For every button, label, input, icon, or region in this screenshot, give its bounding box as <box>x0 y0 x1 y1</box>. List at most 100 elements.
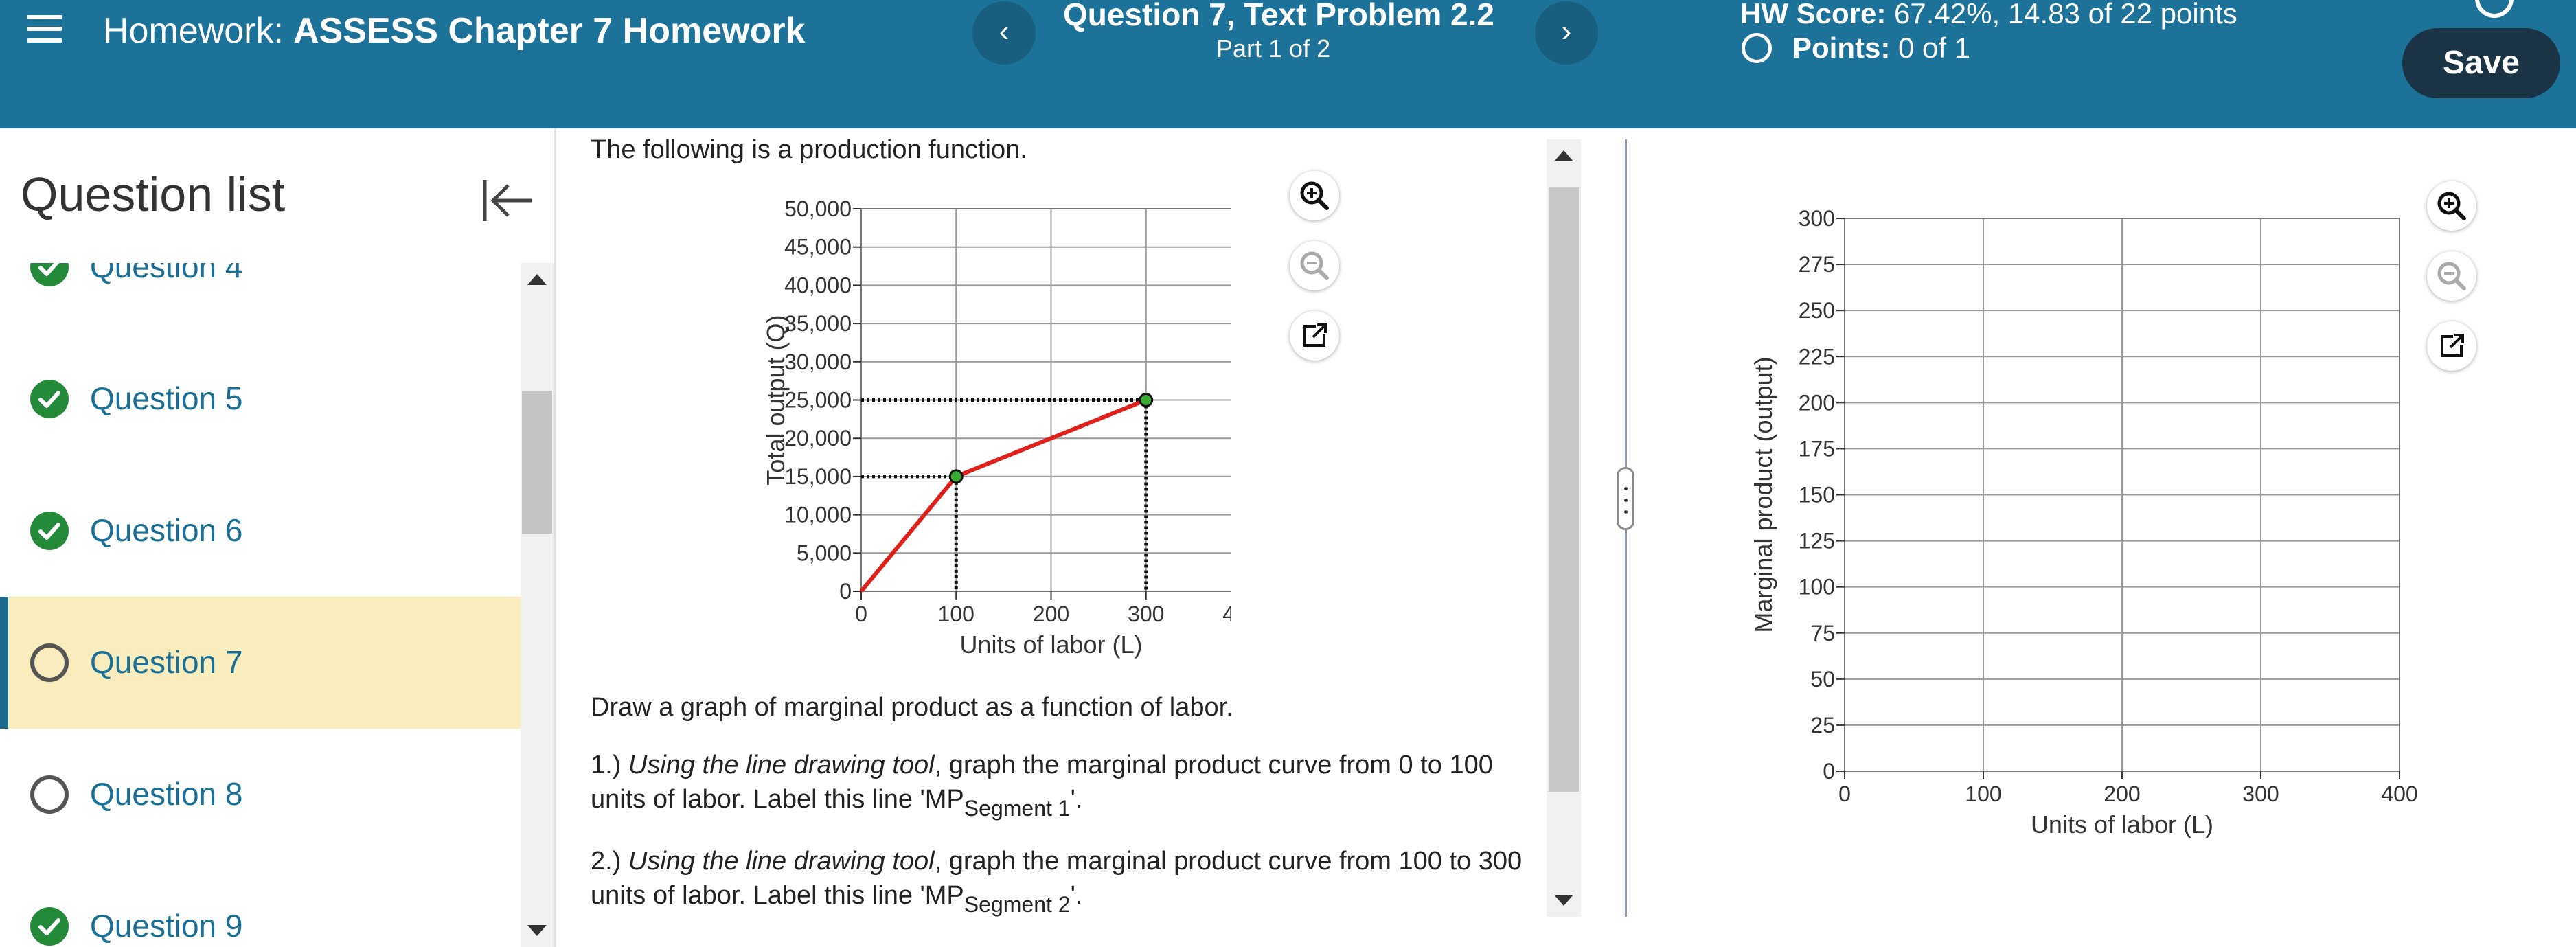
menu-icon[interactable] <box>27 15 62 45</box>
points-value: 0 of 1 <box>1898 32 1971 64</box>
check-icon <box>30 512 69 550</box>
panel-splitter-handle[interactable] <box>1617 467 1634 530</box>
x-axis-label: Units of labor (L) <box>2031 810 2213 838</box>
x-axis-label: Units of labor (L) <box>959 630 1142 659</box>
y-tick-label: 0 <box>1823 759 1835 784</box>
y-tick-label: 150 <box>1799 483 1835 507</box>
step-2-subscript: Segment 2 <box>964 892 1071 917</box>
question-list-item[interactable]: Question 9 <box>0 860 521 947</box>
zoom-in-button[interactable] <box>1290 171 1339 220</box>
scroll-up-arrow-icon[interactable] <box>527 274 547 285</box>
y-tick-label: 40,000 <box>784 273 852 297</box>
question-list-item-label: Question 7 <box>90 644 243 680</box>
check-icon <box>30 907 69 946</box>
scroll-thumb[interactable] <box>522 391 552 534</box>
homework-name: ASSESS Chapter 7 Homework <box>293 11 806 51</box>
y-tick-label: 50,000 <box>784 197 852 221</box>
content-scroll-down-icon[interactable] <box>1554 895 1573 906</box>
step-1-subscript: Segment 1 <box>964 796 1071 821</box>
y-tick-label: 275 <box>1799 252 1835 277</box>
next-question-button[interactable]: › <box>1535 1 1598 65</box>
draw-instruction: Draw a graph of marginal product as a fu… <box>591 693 1233 722</box>
graph-zoom-in-button[interactable] <box>2427 181 2476 231</box>
data-point <box>948 469 964 484</box>
hw-score-label: HW Score: <box>1740 0 1887 30</box>
gear-icon[interactable] <box>2475 0 2514 18</box>
question-list-item[interactable]: Question 4 <box>0 263 521 333</box>
y-tick-label: 45,000 <box>784 235 852 260</box>
y-tick-label: 250 <box>1799 298 1835 323</box>
y-tick-label: 75 <box>1810 621 1835 646</box>
y-tick-label: 20,000 <box>784 426 852 450</box>
collapse-left-icon[interactable] <box>481 173 536 228</box>
production-curve <box>859 398 1147 593</box>
step-2-end: '. <box>1070 881 1083 910</box>
y-tick-label: 5,000 <box>797 540 852 565</box>
y-tick-label: 225 <box>1799 344 1835 369</box>
marginal-product-graph[interactable]: 0 25 50 75 100 125 150 175 200 225 250 275 300 0 100 20… <box>1731 199 2417 858</box>
scroll-down-arrow-icon[interactable] <box>527 925 547 936</box>
question-list-item-label: Question 6 <box>90 512 243 548</box>
question-list-item[interactable]: Question 8 <box>0 729 521 860</box>
x-tick-label: 400 <box>1222 602 1231 626</box>
y-tick-label: 175 <box>1799 436 1835 461</box>
zoom-in-icon <box>1300 181 1329 210</box>
step-1-tool: Using the line drawing tool <box>628 751 935 779</box>
top-bar: Homework: ASSESS Chapter 7 Homework ‹ Que… <box>0 0 2576 128</box>
homework-prefix: Homework: <box>103 11 284 51</box>
y-axis-label: Marginal product (output) <box>1749 356 1777 632</box>
question-list-item[interactable]: Question 6 <box>0 465 521 597</box>
points-label: Points: <box>1792 32 1891 64</box>
check-icon <box>30 380 69 418</box>
x-tick-label: 0 <box>855 602 867 626</box>
check-icon <box>30 263 69 286</box>
x-tick-label: 200 <box>2104 781 2140 806</box>
data-point <box>1139 393 1154 407</box>
question-list-scrollbar[interactable] <box>521 263 554 947</box>
y-axis-label: Total output (Q) <box>762 315 790 485</box>
zoom-out-icon <box>2437 262 2466 290</box>
x-tick-label: 300 <box>2242 781 2279 806</box>
intro-text: The following is a production function. <box>591 135 1027 164</box>
question-list-item[interactable]: Question 5 <box>0 333 521 465</box>
save-button[interactable]: Save <box>2402 28 2560 98</box>
question-content: The following is a production function. … <box>558 128 1555 947</box>
question-list-title: Question list <box>21 168 286 221</box>
zoom-out-button[interactable] <box>1290 241 1339 290</box>
step-2-tool: Using the line drawing tool <box>628 847 935 876</box>
question-list-item[interactable]: Question 7 <box>0 597 521 729</box>
step-2-instruction: 2.) Using the line drawing tool, graph t… <box>591 844 1538 915</box>
step-1-number: 1.) <box>591 751 622 779</box>
x-tick-label: 400 <box>2381 781 2417 806</box>
external-link-icon <box>1303 323 1327 347</box>
unanswered-circle-icon <box>30 775 69 814</box>
step-2-number: 2.) <box>591 847 622 876</box>
content-scroll-up-icon[interactable] <box>1554 150 1573 161</box>
content-scrollbar[interactable] <box>1547 139 1581 917</box>
zoom-in-icon <box>2437 192 2466 220</box>
content-scroll-thumb[interactable] <box>1549 187 1579 792</box>
question-list-item-label: Question 4 <box>90 263 243 284</box>
question-list-item-label: Question 9 <box>90 908 243 944</box>
y-tick-label: 100 <box>1799 575 1835 600</box>
zoom-out-icon <box>1300 251 1329 280</box>
y-tick-label: 0 <box>839 579 852 604</box>
question-points: Points: 0 of 1 <box>1740 32 1970 65</box>
y-tick-label: 25,000 <box>784 388 852 413</box>
x-tick-label: 300 <box>1128 602 1164 626</box>
y-tick-label: 35,000 <box>784 311 852 336</box>
external-link-icon <box>2441 334 2464 357</box>
question-list-item-label: Question 5 <box>90 380 243 416</box>
previous-question-button[interactable]: ‹ <box>972 1 1036 65</box>
y-tick-label: 30,000 <box>784 350 852 374</box>
y-tick-label: 300 <box>1799 206 1835 231</box>
question-title: Question 7, Text Problem 2.2 <box>1063 0 1494 32</box>
step-1-instruction: 1.) Using the line drawing tool, graph t… <box>591 748 1538 819</box>
pop-out-button[interactable] <box>1290 311 1339 361</box>
question-part: Part 1 of 2 <box>1216 34 1331 62</box>
y-tick-label: 50 <box>1810 667 1835 692</box>
y-tick-label: 15,000 <box>784 464 852 489</box>
y-tick-label: 25 <box>1810 713 1835 738</box>
graph-zoom-out-button[interactable] <box>2427 251 2476 301</box>
graph-pop-out-button[interactable] <box>2427 321 2476 371</box>
